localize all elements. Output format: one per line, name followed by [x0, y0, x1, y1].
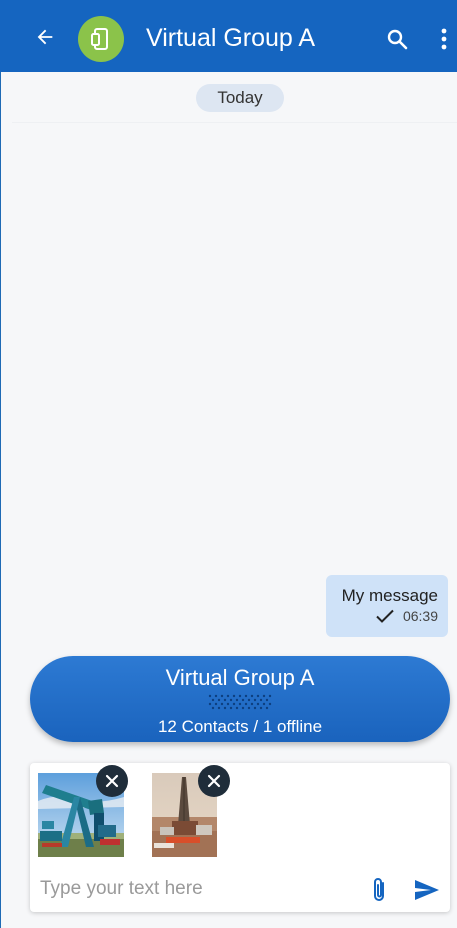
app-bar: Virtual Group A: [0, 0, 457, 72]
search-button[interactable]: [383, 25, 411, 53]
paperclip-icon: [374, 878, 384, 901]
back-button[interactable]: [30, 22, 60, 52]
date-separator: Today: [196, 84, 284, 112]
banner-title: Virtual Group A: [165, 665, 315, 690]
devices-icon: [91, 28, 108, 50]
close-icon: [207, 774, 221, 788]
left-border: [0, 72, 1, 928]
message-composer: [30, 763, 450, 912]
remove-attachment-button[interactable]: [96, 765, 128, 797]
group-call-banner[interactable]: Virtual Group A 12 Contacts / 1 offline: [30, 656, 450, 742]
group-avatar[interactable]: [78, 16, 124, 62]
send-icon: [415, 880, 439, 900]
message-meta: 06:39: [336, 608, 438, 624]
search-icon: [387, 29, 408, 50]
chat-title[interactable]: Virtual Group A: [146, 22, 315, 54]
message-text: My message: [341, 586, 438, 605]
more-vert-icon: [441, 28, 447, 50]
message-input[interactable]: [38, 873, 352, 905]
dot-grid-icon: [208, 694, 272, 710]
attach-button[interactable]: [367, 875, 391, 905]
remove-attachment-button[interactable]: [198, 765, 230, 797]
outgoing-message[interactable]: My message 06:39: [326, 575, 448, 637]
arrow-left-icon: [37, 29, 53, 45]
overflow-menu-button[interactable]: [432, 24, 456, 54]
close-icon: [105, 774, 119, 788]
check-icon: [376, 609, 394, 623]
banner-subtitle: 12 Contacts / 1 offline: [157, 717, 323, 736]
divider: [12, 122, 457, 123]
send-button[interactable]: [412, 875, 442, 905]
message-time: 06:39: [402, 608, 438, 624]
